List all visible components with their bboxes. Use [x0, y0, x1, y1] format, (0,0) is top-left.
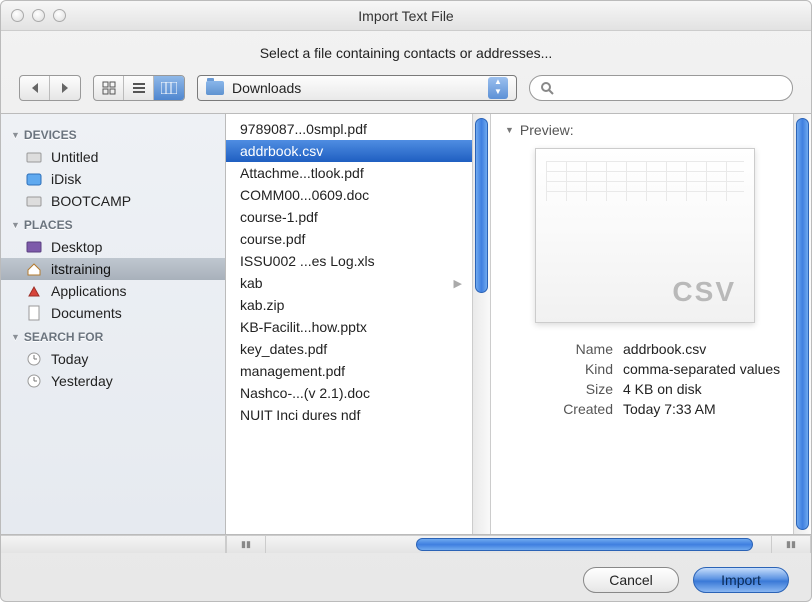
meta-kind-key: Kind [533, 361, 613, 377]
location-label: Downloads [232, 80, 488, 96]
file-name: NUIT Inci dures ndf [240, 407, 360, 423]
file-row[interactable]: kab ▶ [226, 272, 472, 294]
meta-size-value: 4 KB on disk [623, 381, 785, 397]
close-window-button[interactable] [11, 9, 24, 22]
file-row[interactable]: course-1.pdf [226, 206, 472, 228]
preview-thumbnail: CSV [535, 148, 755, 323]
file-row[interactable]: Nashco-...(v 2.1).doc [226, 382, 472, 404]
window-controls [11, 9, 66, 22]
folder-icon [206, 81, 224, 95]
meta-name-value: addrbook.csv [623, 341, 785, 357]
preview-column: ▼Preview: CSV Name addrbook.csv Kind com… [491, 114, 811, 534]
file-name: course-1.pdf [240, 209, 318, 225]
meta-size-key: Size [533, 381, 613, 397]
file-name: course.pdf [240, 231, 305, 247]
file-row[interactable]: key_dates.pdf [226, 338, 472, 360]
disk-icon [25, 149, 43, 165]
clock-icon [25, 351, 43, 367]
browser-area: ▼DEVICES Untitled iDisk BOOTCAMP ▼PLACES… [1, 113, 811, 535]
file-row[interactable]: 9789087...0smpl.pdf [226, 118, 472, 140]
window-title: Import Text File [1, 8, 811, 24]
search-input[interactable] [529, 75, 793, 101]
file-row[interactable]: KB-Facilit...how.pptx [226, 316, 472, 338]
preview-scrollbar-thumb[interactable] [796, 118, 809, 530]
idisk-icon [25, 171, 43, 187]
file-name: COMM00...0609.doc [240, 187, 369, 203]
sidebar-item-untitled[interactable]: Untitled [1, 146, 225, 168]
sidebar-item-itstraining[interactable]: itstraining [1, 258, 225, 280]
file-name: kab [240, 275, 263, 291]
file-row[interactable]: kab.zip [226, 294, 472, 316]
dialog-subtitle: Select a file containing contacts or add… [1, 31, 811, 75]
view-mode-buttons [93, 75, 185, 101]
file-name: Nashco-...(v 2.1).doc [240, 385, 370, 401]
applications-icon [25, 283, 43, 299]
file-column: 9789087...0smpl.pdf addrbook.csv Attachme.… [226, 114, 491, 534]
import-dialog: Import Text File Select a file containin… [0, 0, 812, 602]
sidebar: ▼DEVICES Untitled iDisk BOOTCAMP ▼PLACES… [1, 114, 226, 534]
meta-created-value: Today 7:33 AM [623, 401, 785, 417]
cancel-button[interactable]: Cancel [583, 567, 679, 593]
forward-button[interactable] [50, 76, 80, 100]
file-type-label: CSV [672, 276, 736, 308]
file-row[interactable]: course.pdf [226, 228, 472, 250]
file-row[interactable]: management.pdf [226, 360, 472, 382]
sidebar-item-desktop[interactable]: Desktop [1, 236, 225, 258]
sidebar-header-searchfor[interactable]: ▼SEARCH FOR [1, 324, 225, 348]
sidebar-item-documents[interactable]: Documents [1, 302, 225, 324]
preview-scrollbar[interactable] [793, 114, 811, 534]
sidebar-item-idisk[interactable]: iDisk [1, 168, 225, 190]
file-name: 9789087...0smpl.pdf [240, 121, 367, 137]
disk-icon [25, 193, 43, 209]
meta-kind-value: comma-separated values [623, 361, 785, 377]
search-icon [540, 81, 554, 95]
chevron-right-icon: ▶ [454, 277, 462, 290]
meta-created-key: Created [533, 401, 613, 417]
file-name: KB-Facilit...how.pptx [240, 319, 367, 335]
location-popup[interactable]: Downloads ▲▼ [197, 75, 517, 101]
file-row[interactable]: COMM00...0609.doc [226, 184, 472, 206]
sidebar-item-yesterday[interactable]: Yesterday [1, 370, 225, 392]
file-list[interactable]: 9789087...0smpl.pdf addrbook.csv Attachme.… [226, 114, 472, 534]
popup-stepper-icon: ▲▼ [488, 77, 508, 99]
titlebar: Import Text File [1, 1, 811, 31]
sidebar-item-bootcamp[interactable]: BOOTCAMP [1, 190, 225, 212]
file-scrollbar-thumb[interactable] [475, 118, 488, 293]
home-icon [25, 261, 43, 277]
file-scrollbar[interactable] [472, 114, 490, 534]
column-view-button[interactable] [154, 76, 184, 100]
file-name: ISSU002 ...es Log.xls [240, 253, 375, 269]
list-view-button[interactable] [124, 76, 154, 100]
preview-metadata: Name addrbook.csv Kind comma-separated v… [505, 341, 785, 417]
search-text[interactable] [560, 81, 782, 96]
nav-buttons [19, 75, 81, 101]
toolbar: Downloads ▲▼ [1, 75, 811, 113]
file-row[interactable]: ISSU002 ...es Log.xls [226, 250, 472, 272]
back-button[interactable] [20, 76, 50, 100]
horizontal-scroll[interactable]: ▮▮ ▮▮ [1, 535, 811, 553]
file-name: key_dates.pdf [240, 341, 327, 357]
icon-view-button[interactable] [94, 76, 124, 100]
file-name: kab.zip [240, 297, 284, 313]
sidebar-header-devices[interactable]: ▼DEVICES [1, 122, 225, 146]
file-name: Attachme...tlook.pdf [240, 165, 364, 181]
file-row[interactable]: Attachme...tlook.pdf [226, 162, 472, 184]
file-name: addrbook.csv [240, 143, 323, 159]
file-name: management.pdf [240, 363, 345, 379]
clock-icon [25, 373, 43, 389]
meta-name-key: Name [533, 341, 613, 357]
minimize-window-button[interactable] [32, 9, 45, 22]
sidebar-item-today[interactable]: Today [1, 348, 225, 370]
horizontal-scroll-thumb[interactable] [416, 538, 753, 551]
desktop-icon [25, 239, 43, 255]
file-row[interactable]: addrbook.csv [226, 140, 472, 162]
documents-icon [25, 305, 43, 321]
preview-header[interactable]: ▼Preview: [505, 122, 785, 138]
sidebar-item-applications[interactable]: Applications [1, 280, 225, 302]
file-row[interactable]: NUIT Inci dures ndf [226, 404, 472, 426]
import-button[interactable]: Import [693, 567, 789, 593]
dialog-buttons: Cancel Import [1, 553, 811, 601]
sidebar-header-places[interactable]: ▼PLACES [1, 212, 225, 236]
zoom-window-button[interactable] [53, 9, 66, 22]
